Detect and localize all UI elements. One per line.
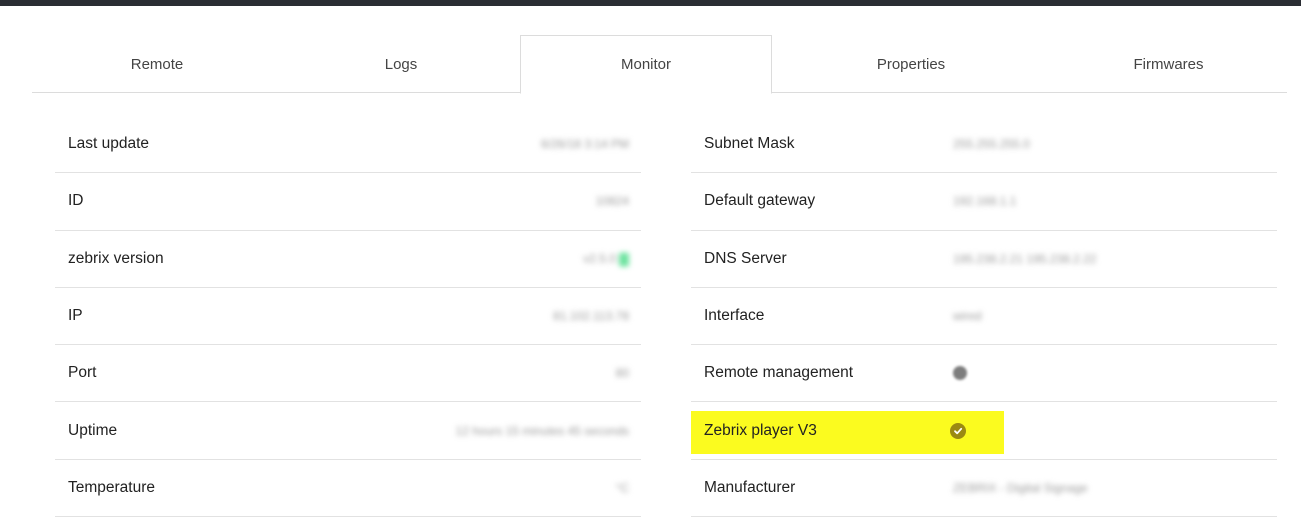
row-value: 195.238.2.21 195.238.2.22	[953, 251, 1097, 266]
row-value: 80	[615, 366, 629, 381]
table-row-ip: IP 81.102.113.78	[55, 288, 641, 346]
table-row-remote-management: Remote management	[691, 345, 1277, 403]
row-label: Interface	[704, 307, 765, 325]
tab-bar: Remote Logs Monitor Properties Firmwares	[32, 35, 1287, 94]
row-label: ID	[68, 192, 84, 210]
row-value: 10824	[595, 194, 629, 209]
table-row-zebrix-player-v3: Zebrix player V3	[691, 402, 1277, 460]
monitor-table-right: Subnet Mask 255.255.255.0 Default gatewa…	[691, 116, 1277, 517]
row-label: Remote management	[704, 364, 854, 382]
version-badge-icon	[619, 252, 629, 267]
row-value: 192.168.1.1	[953, 194, 1017, 209]
row-label: Subnet Mask	[704, 135, 795, 153]
row-value: 6/26/18 3:14 PM	[540, 137, 629, 152]
row-value: °C	[615, 480, 629, 495]
table-row-uptime: Uptime 12 hours 15 minutes 45 seconds	[55, 402, 641, 460]
table-row-subnet-mask: Subnet Mask 255.255.255.0	[691, 116, 1277, 174]
row-label: Zebrix player V3	[704, 421, 817, 439]
row-value: 12 hours 15 minutes 45 seconds	[455, 423, 629, 438]
tab-monitor[interactable]: Monitor	[520, 35, 772, 94]
status-dot-icon	[953, 366, 967, 381]
table-row-manufacturer: Manufacturer ZEBRIX - Digital Signage	[691, 460, 1277, 517]
row-label: Default gateway	[704, 192, 816, 210]
table-row-default-gateway: Default gateway 192.168.1.1	[691, 173, 1277, 231]
table-row-port: Port 80	[55, 345, 641, 403]
tab-firmwares[interactable]: Firmwares	[1050, 35, 1287, 93]
table-row-last-update: Last update 6/26/18 3:14 PM	[55, 116, 641, 174]
check-mark-icon	[954, 427, 963, 434]
row-value: v2.5.0	[583, 251, 616, 266]
row-value: 255.255.255.0	[953, 137, 1030, 152]
row-value: ZEBRIX - Digital Signage	[953, 480, 1088, 495]
tab-properties[interactable]: Properties	[772, 35, 1050, 93]
top-bar	[0, 0, 1301, 6]
table-row-interface: Interface wired	[691, 288, 1277, 346]
row-label: Manufacturer	[704, 478, 796, 496]
check-circle-icon	[950, 422, 966, 439]
row-value: wired	[953, 309, 982, 324]
table-row-zebrix-version: zebrix version v2.5.0	[55, 231, 641, 288]
monitor-table-left: Last update 6/26/18 3:14 PM ID 10824 zeb…	[55, 116, 641, 517]
row-value: 81.102.113.78	[553, 309, 629, 324]
row-label: IP	[68, 307, 83, 325]
table-row-temperature: Temperature °C	[55, 460, 641, 517]
row-label: Uptime	[68, 421, 118, 439]
row-label: Last update	[68, 135, 150, 153]
row-label: DNS Server	[704, 249, 787, 267]
table-row-id: ID 10824	[55, 173, 641, 231]
row-label: Temperature	[68, 478, 156, 496]
row-label: Port	[68, 364, 97, 382]
tab-logs[interactable]: Logs	[282, 35, 520, 93]
table-row-dns-server: DNS Server 195.238.2.21 195.238.2.22	[691, 231, 1277, 288]
row-value-wrap: v2.5.0	[583, 251, 629, 267]
tab-remote[interactable]: Remote	[32, 35, 282, 93]
row-label: zebrix version	[68, 249, 164, 267]
